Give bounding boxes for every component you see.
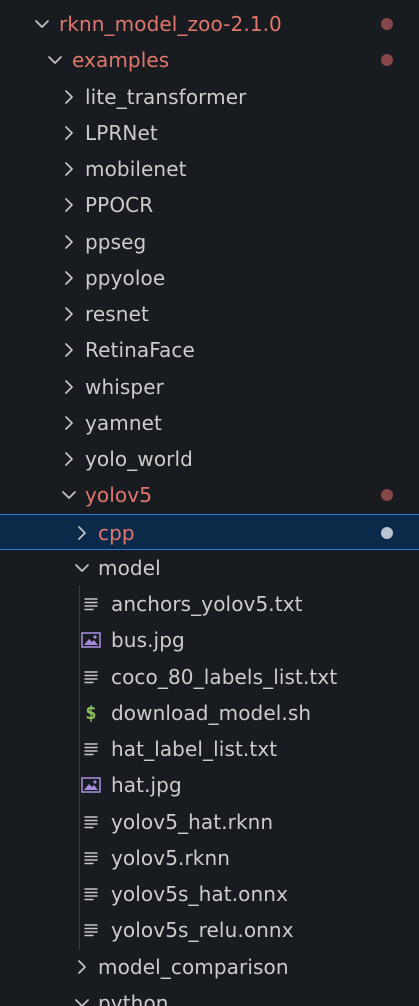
item-label: cpp [98, 520, 135, 545]
chevron-right-icon[interactable] [60, 160, 78, 178]
file-item-yolov5-hat-rknn[interactable]: yolov5_hat.rknn [0, 804, 419, 840]
folder-item-yolov5[interactable]: yolov5 [0, 477, 419, 513]
folder-item-lite-transformer[interactable]: lite_transformer [0, 79, 419, 115]
chevron-right-icon[interactable] [60, 233, 78, 251]
file-item-yolov5s-hat-onnx[interactable]: yolov5s_hat.onnx [0, 876, 419, 912]
folder-item-resnet[interactable]: resnet [0, 296, 419, 332]
file-item-download-model-sh[interactable]: $ download_model.sh [0, 695, 419, 731]
chevron-right-icon[interactable] [60, 124, 78, 142]
item-label: lite_transformer [85, 84, 247, 109]
item-label: ppyoloe [85, 265, 166, 290]
folder-item-rknn-model-zoo-2-1-0[interactable]: rknn_model_zoo-2.1.0 [0, 6, 419, 42]
image-file-icon [81, 630, 101, 650]
item-label: LPRNet [85, 120, 158, 145]
text-file-icon [81, 812, 101, 832]
folder-item-yamnet[interactable]: yamnet [0, 405, 419, 441]
chevron-right-icon[interactable] [73, 524, 91, 542]
image-file-icon [81, 775, 101, 795]
text-file-icon [81, 848, 101, 868]
file-item-hat-label-list-txt[interactable]: hat_label_list.txt [0, 731, 419, 767]
text-file-icon [81, 739, 101, 759]
file-item-anchors-yolov5-txt[interactable]: anchors_yolov5.txt [0, 586, 419, 622]
item-label: yolov5.rknn [111, 845, 231, 870]
folder-item-cpp[interactable]: cpp [0, 513, 419, 550]
folder-item-ppseg[interactable]: ppseg [0, 224, 419, 260]
chevron-right-icon[interactable] [73, 958, 91, 976]
item-label: resnet [85, 302, 149, 326]
item-label: coco_80_labels_list.txt [111, 664, 338, 689]
item-label: whisper [85, 374, 164, 399]
file-item-yolov5-rknn[interactable]: yolov5.rknn [0, 840, 419, 876]
item-label: rknn_model_zoo-2.1.0 [59, 12, 282, 36]
chevron-down-icon[interactable] [46, 51, 64, 69]
item-label: python [98, 990, 169, 1006]
folder-item-yolo-world[interactable]: yolo_world [0, 441, 419, 477]
item-label: yolov5s_relu.onnx [111, 918, 294, 943]
item-label: bus.jpg [111, 628, 185, 653]
folder-item-retinaface[interactable]: RetinaFace [0, 332, 419, 368]
chevron-right-icon[interactable] [60, 414, 78, 432]
file-item-coco-80-labels-list-txt[interactable]: coco_80_labels_list.txt [0, 659, 419, 695]
folder-item-ppocr[interactable]: PPOCR [0, 187, 419, 223]
item-label: hat_label_list.txt [111, 737, 278, 761]
chevron-right-icon[interactable] [60, 378, 78, 396]
chevron-right-icon[interactable] [60, 269, 78, 287]
folder-item-whisper[interactable]: whisper [0, 369, 419, 405]
item-label: RetinaFace [85, 338, 195, 363]
modified-indicator-dot [381, 526, 393, 539]
chevron-right-icon[interactable] [60, 341, 78, 359]
modified-indicator-dot [381, 54, 393, 67]
chevron-right-icon[interactable] [60, 88, 78, 106]
item-label: model [98, 555, 161, 580]
modified-indicator-dot [381, 489, 393, 502]
text-file-icon [81, 884, 101, 904]
folder-item-model[interactable]: model [0, 550, 419, 586]
file-explorer-tree: rknn_model_zoo-2.1.0 examples lite_transfo… [0, 0, 419, 1006]
folder-item-mobilenet[interactable]: mobilenet [0, 151, 419, 187]
chevron-down-icon[interactable] [60, 486, 78, 504]
item-label: PPOCR [85, 193, 154, 218]
text-file-icon [81, 594, 101, 614]
text-file-icon [81, 920, 101, 940]
folder-item-model-comparison[interactable]: model_comparison [0, 949, 419, 985]
indent-guide [79, 586, 80, 949]
file-item-bus-jpg[interactable]: bus.jpg [0, 622, 419, 658]
item-label: download_model.sh [111, 700, 312, 725]
chevron-right-icon[interactable] [60, 450, 78, 468]
item-label: hat.jpg [111, 773, 182, 798]
item-label: model_comparison [98, 954, 289, 979]
item-label: mobilenet [85, 157, 187, 181]
item-label: yolo_world [85, 447, 193, 471]
folder-item-python[interactable]: python [0, 985, 419, 1006]
chevron-right-icon[interactable] [60, 196, 78, 214]
item-label: yolov5_hat.rknn [111, 809, 274, 834]
item-label: yolov5 [85, 483, 153, 508]
shell-script-icon: $ [85, 701, 97, 724]
chevron-down-icon[interactable] [73, 559, 91, 577]
item-label: yamnet [85, 410, 162, 435]
item-label: anchors_yolov5.txt [111, 592, 303, 616]
folder-item-examples[interactable]: examples [0, 42, 419, 78]
folder-item-ppyoloe[interactable]: ppyoloe [0, 260, 419, 296]
chevron-down-icon[interactable] [73, 994, 91, 1006]
text-file-icon [81, 667, 101, 687]
item-label: ppseg [85, 229, 147, 254]
folder-item-lprnet[interactable]: LPRNet [0, 115, 419, 151]
modified-indicator-dot [381, 18, 393, 30]
item-label: yolov5s_hat.onnx [111, 882, 289, 906]
chevron-right-icon[interactable] [60, 305, 78, 323]
item-label: examples [72, 48, 170, 73]
file-item-hat-jpg[interactable]: hat.jpg [0, 767, 419, 803]
file-item-yolov5s-relu-onnx[interactable]: yolov5s_relu.onnx [0, 912, 419, 948]
chevron-down-icon[interactable] [33, 15, 51, 33]
